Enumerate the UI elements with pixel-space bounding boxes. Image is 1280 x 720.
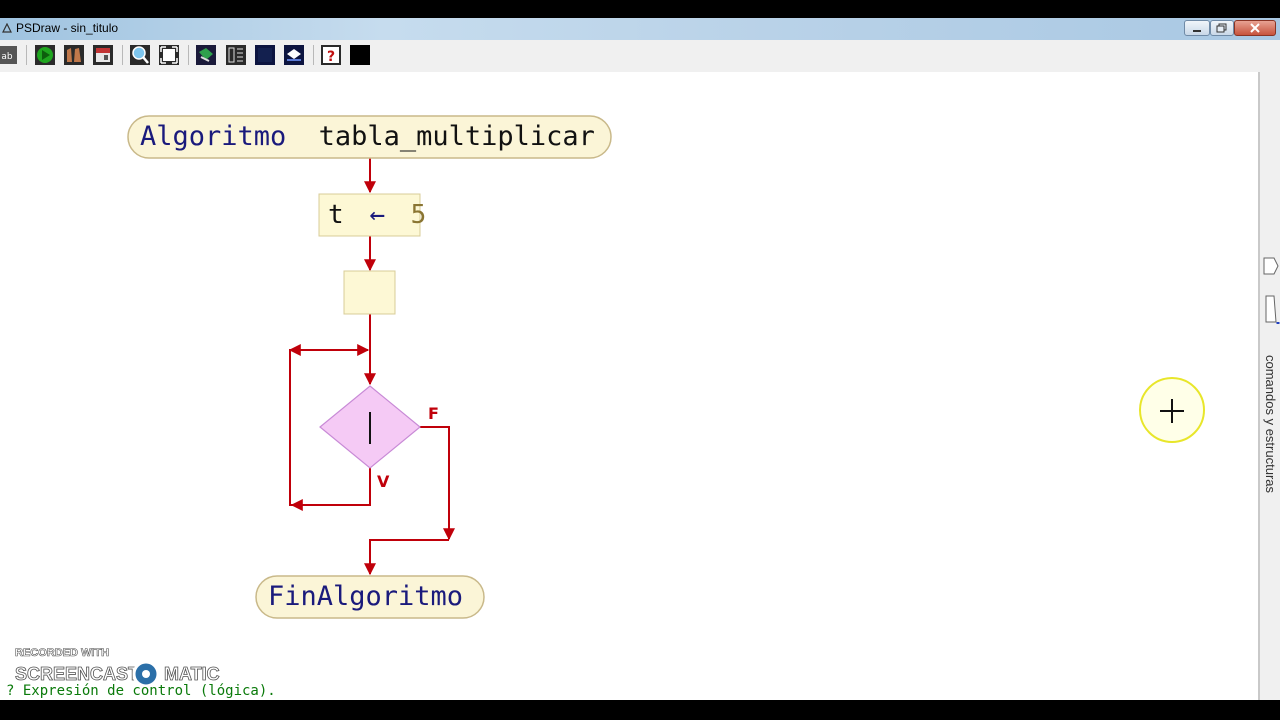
end-label: FinAlgoritmo [268, 581, 463, 612]
decision-diamond[interactable] [319, 385, 421, 469]
black-square-icon [350, 45, 370, 65]
step-icon [64, 45, 84, 65]
assign-value: 5 [411, 200, 427, 230]
run-button[interactable] [34, 44, 56, 66]
start-keyword: Algoritmo [140, 121, 286, 152]
structure-icon [226, 45, 246, 65]
watermark-line1: RECORDED WITH [15, 647, 109, 659]
assign-variable: t [328, 200, 344, 230]
minimize-button[interactable] [1184, 20, 1210, 36]
fit-view-button[interactable] [158, 44, 180, 66]
export-icon [196, 45, 216, 65]
empty-block[interactable] [343, 270, 396, 315]
svg-text:?: ? [327, 49, 335, 65]
recording-watermark: RECORDED WITH SCREENCAST MATIC [14, 646, 224, 688]
svg-text:t ← 5: t ← 5 [328, 200, 426, 230]
close-icon [1250, 23, 1260, 33]
join-to-end [364, 539, 449, 576]
fit-view-icon [159, 45, 179, 65]
zoom-icon [130, 45, 150, 65]
svg-text:Algoritmo tabla_multip: Algoritmo tabla_multiplicar [140, 121, 595, 152]
app-icon [2, 23, 12, 33]
pseudocode-icon [284, 45, 304, 65]
flowchart: Algoritmo tabla_multiplicar t ← 5 F V Fi… [127, 115, 612, 619]
assign-process[interactable]: t ← 5 [318, 193, 426, 237]
minimize-icon [1193, 30, 1201, 32]
start-terminal[interactable]: Algoritmo tabla_multiplicar [127, 115, 612, 159]
black-square-button[interactable] [349, 44, 371, 66]
watermark-brand-left: SCREENCAST [15, 664, 139, 684]
window-title: PSDraw - sin_titulo [16, 21, 119, 35]
run-icon [35, 45, 55, 65]
structure-thumbnails-icon [1263, 257, 1280, 324]
status-text: ? Expresión de control (lógica). [6, 683, 276, 699]
side-panel-label: comandos y estructuras [1263, 355, 1278, 494]
close-button[interactable] [1234, 20, 1276, 36]
false-branch [420, 426, 455, 541]
restore-icon [1216, 23, 1227, 33]
commands-panel-tab[interactable]: comandos y estructuras [1258, 72, 1280, 700]
start-name: tabla_multiplicar [319, 121, 595, 152]
new-file-icon: ab [0, 46, 17, 64]
bottom-letterbox [0, 700, 1280, 720]
watermark-brand-right: MATIC [164, 664, 220, 684]
maximize-button[interactable] [1210, 20, 1234, 36]
structure-button[interactable] [225, 44, 247, 66]
step-button[interactable] [63, 44, 85, 66]
help-button[interactable]: ? [320, 44, 342, 66]
end-terminal[interactable]: FinAlgoritmo [255, 575, 485, 619]
svg-text:ab: ab [1, 52, 13, 62]
new-file-button[interactable]: ab [0, 44, 18, 66]
dark-block-icon [255, 45, 275, 65]
status-bar: ? Expresión de control (lógica). [0, 683, 1258, 700]
export-button[interactable] [195, 44, 217, 66]
diagram-canvas[interactable]: Algoritmo tabla_multiplicar t ← 5 F V Fi… [0, 72, 1258, 700]
help-icon: ? [321, 45, 341, 65]
false-label: F [428, 404, 439, 423]
crosshair-cursor-icon [1160, 399, 1184, 423]
save-icon [93, 45, 113, 65]
pseudocode-button[interactable] [283, 44, 305, 66]
true-label: V [377, 472, 390, 491]
title-bar: PSDraw - sin_titulo [0, 18, 1280, 40]
assign-operator: ← [369, 200, 385, 230]
toolbar: ab ? [0, 40, 1280, 72]
save-button[interactable] [92, 44, 114, 66]
zoom-button[interactable] [129, 44, 151, 66]
dark-block-button[interactable] [254, 44, 276, 66]
